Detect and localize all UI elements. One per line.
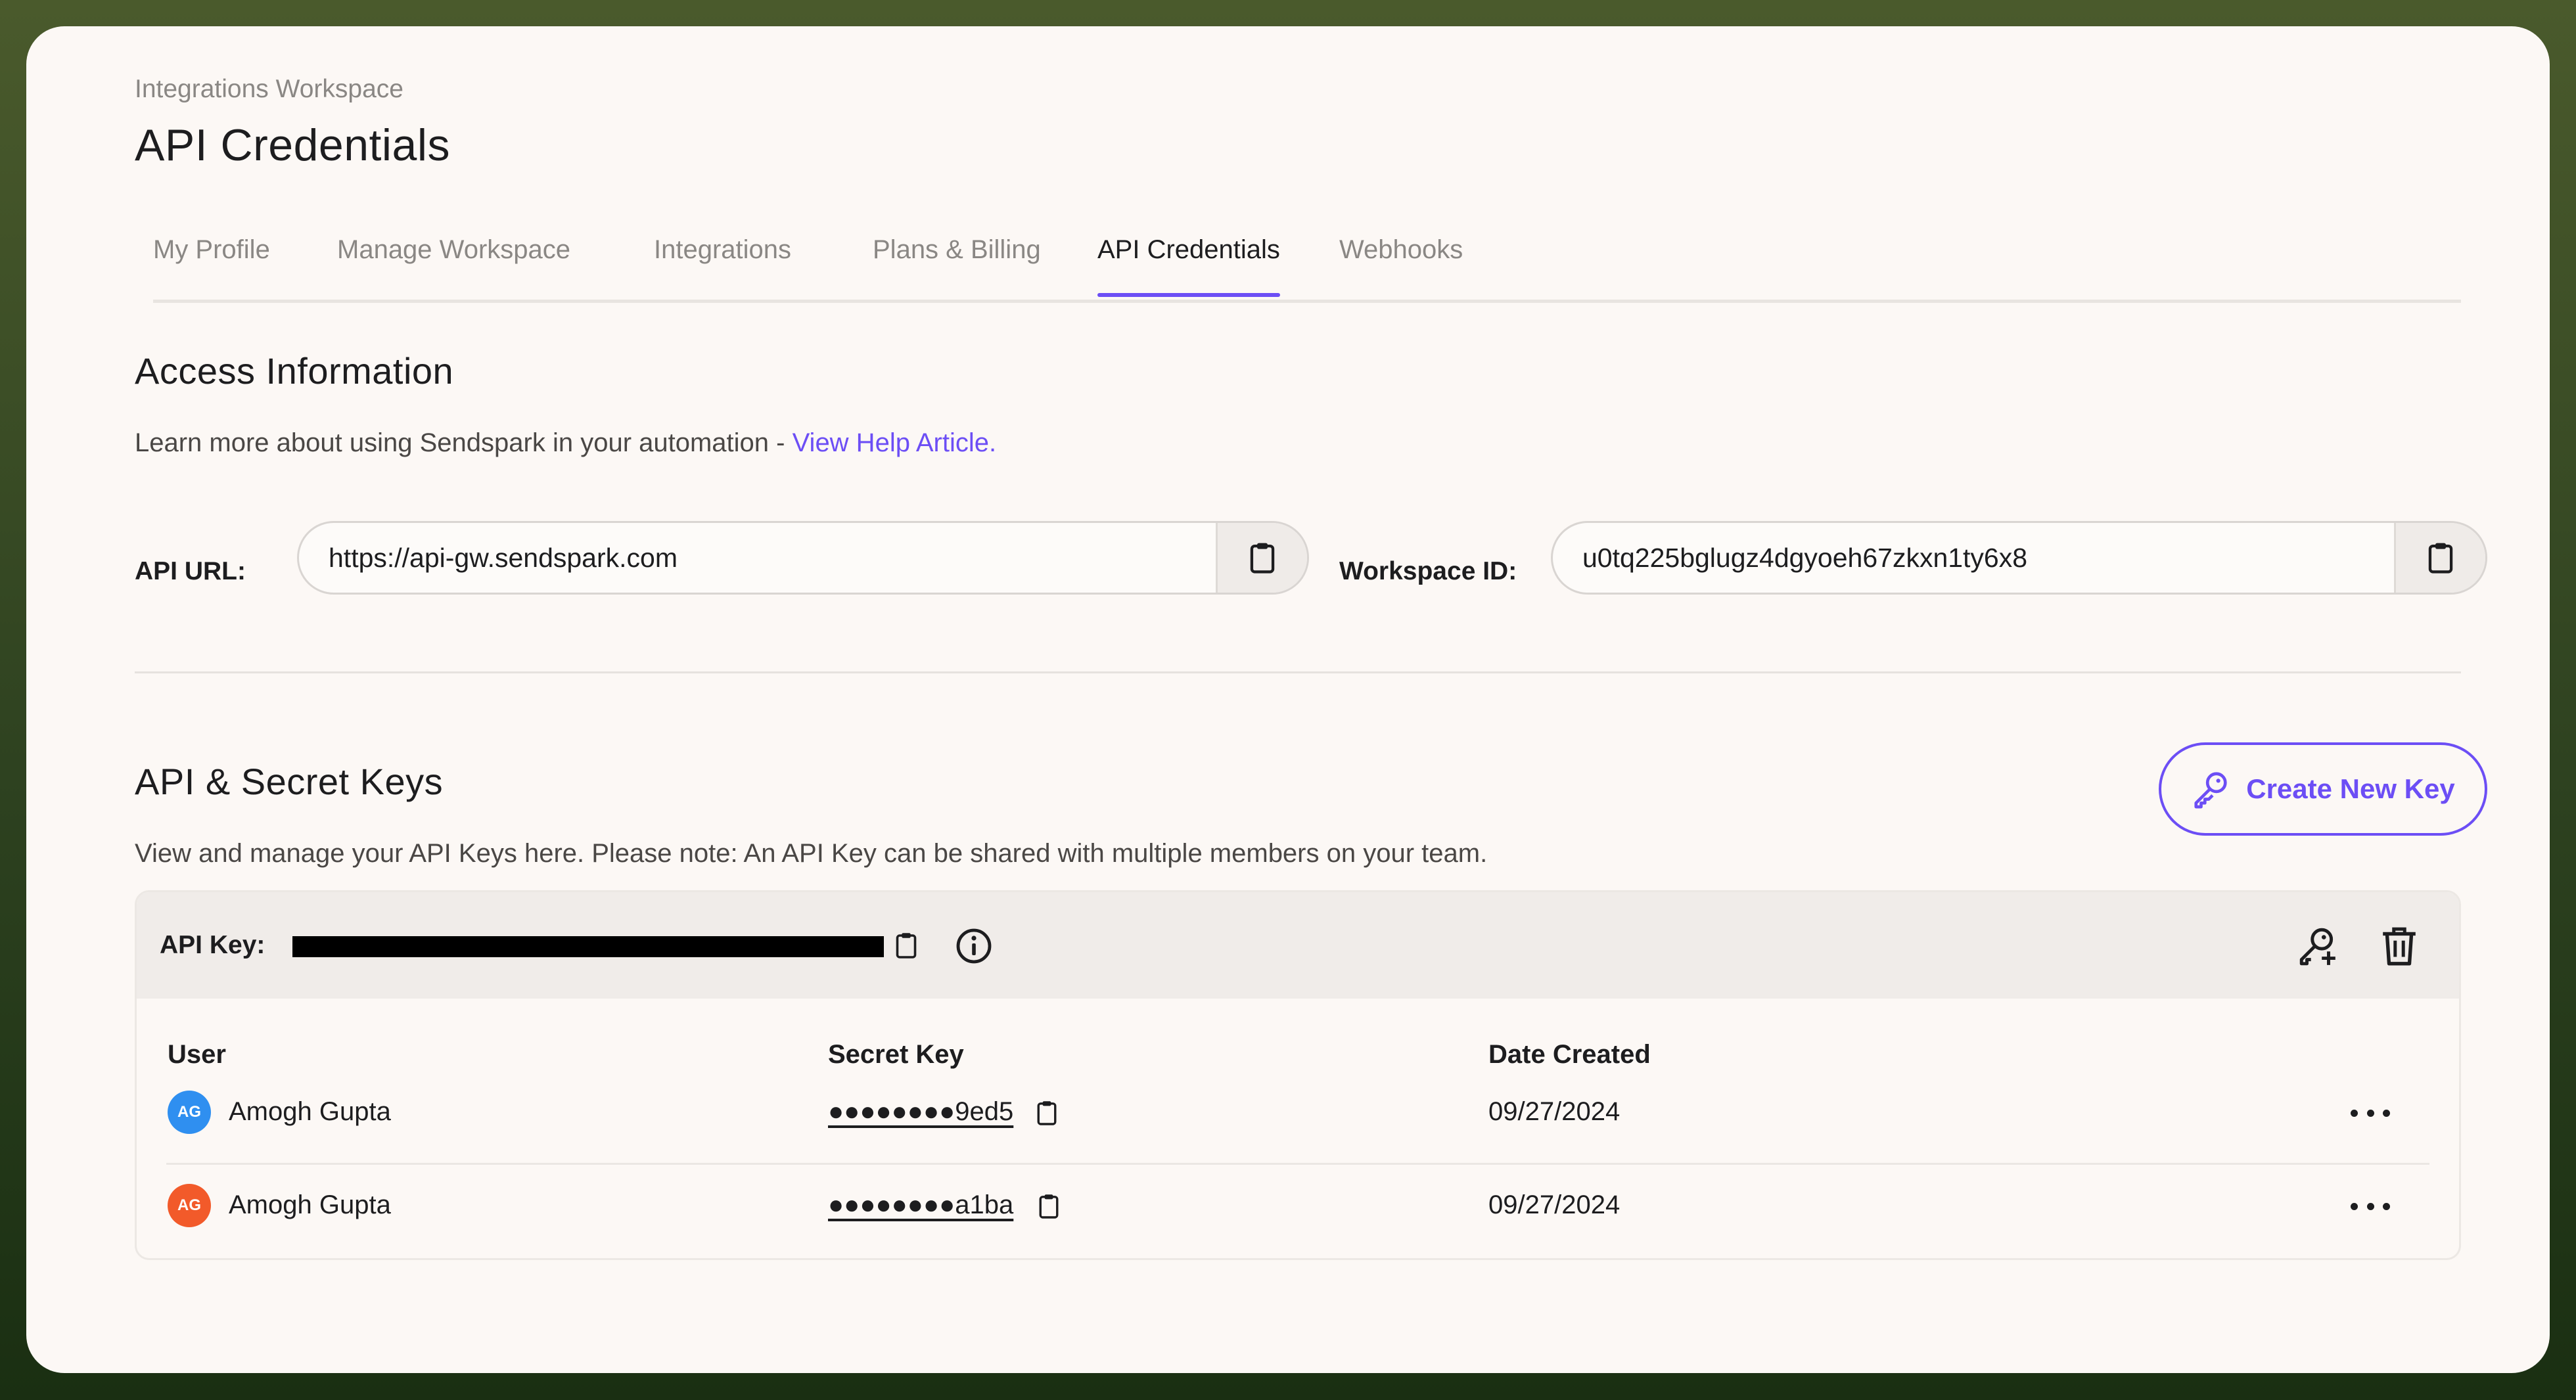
help-article-link[interactable]: View Help Article. — [793, 428, 997, 457]
key-add-icon — [2299, 928, 2335, 966]
more-dot-icon — [2366, 1109, 2374, 1117]
clipboard-icon — [896, 933, 917, 959]
active-tab-indicator — [1097, 293, 1280, 297]
copy-api-url-button[interactable] — [1216, 523, 1307, 593]
section-divider — [135, 671, 2461, 673]
clipboard-icon — [1037, 1101, 1057, 1125]
settings-panel: Integrations Workspace API Credentials M… — [26, 26, 2550, 1373]
more-dot-icon — [2351, 1109, 2358, 1117]
column-header-user: User — [168, 1040, 226, 1069]
row-menu-button[interactable] — [2351, 1100, 2390, 1126]
tab-webhooks[interactable]: Webhooks — [1339, 235, 1463, 265]
trash-icon — [2383, 927, 2416, 966]
avatar: AG — [168, 1184, 211, 1227]
column-header-secret-key: Secret Key — [828, 1040, 964, 1069]
keys-section-title: API & Secret Keys — [135, 761, 444, 802]
table-row: AG Amogh Gupta ●●●●●●●●9ed5 09/27/2024 — [137, 1070, 2459, 1162]
create-new-key-label: Create New Key — [2246, 773, 2455, 804]
row-menu-button[interactable] — [2351, 1193, 2390, 1219]
tab-my-profile[interactable]: My Profile — [153, 235, 270, 265]
add-secret-key-button[interactable] — [2295, 924, 2340, 968]
info-icon — [956, 928, 992, 964]
api-url-value[interactable]: https://api-gw.sendspark.com — [329, 523, 678, 593]
api-key-info-button[interactable] — [955, 927, 993, 965]
table-row: AG Amogh Gupta ●●●●●●●●a1ba 09/27/2024 — [137, 1163, 2459, 1255]
api-key-card: API Key: User Secret Key Date Created AG… — [135, 890, 2461, 1260]
user-name: Amogh Gupta — [229, 1190, 391, 1219]
api-url-label: API URL: — [135, 557, 246, 585]
tab-integrations[interactable]: Integrations — [654, 235, 791, 265]
secret-key-value[interactable]: ●●●●●●●●a1ba — [828, 1190, 1013, 1220]
tab-manage-workspace[interactable]: Manage Workspace — [337, 235, 570, 265]
clipboard-icon — [1250, 543, 1275, 574]
access-description-text: Learn more about using Sendspark in your… — [135, 428, 793, 457]
copy-api-key-button[interactable] — [890, 930, 922, 961]
breadcrumb[interactable]: Integrations Workspace — [135, 75, 403, 104]
more-dot-icon — [2366, 1202, 2374, 1210]
tab-api-credentials[interactable]: API Credentials — [1097, 235, 1280, 265]
access-section-title: Access Information — [135, 350, 454, 392]
api-key-label: API Key: — [160, 931, 265, 959]
clipboard-icon — [2428, 543, 2453, 574]
avatar: AG — [168, 1091, 211, 1134]
more-dot-icon — [2383, 1202, 2390, 1210]
create-new-key-button[interactable]: Create New Key — [2159, 742, 2487, 836]
user-name: Amogh Gupta — [229, 1097, 391, 1126]
copy-secret-key-button[interactable] — [1036, 1190, 1062, 1222]
key-icon — [2194, 772, 2227, 809]
date-created: 09/27/2024 — [1488, 1190, 1621, 1219]
copy-secret-key-button[interactable] — [1034, 1097, 1060, 1129]
clipboard-icon — [1039, 1194, 1059, 1219]
page-title: API Credentials — [135, 120, 450, 170]
api-key-redacted-value — [292, 936, 884, 957]
copy-workspace-id-button[interactable] — [2394, 523, 2485, 593]
access-description: Learn more about using Sendspark in your… — [135, 428, 996, 458]
workspace-id-label: Workspace ID: — [1339, 557, 1517, 585]
tab-bar: My Profile Manage Workspace Integrations… — [153, 208, 2461, 303]
delete-key-button[interactable] — [2379, 925, 2420, 967]
tab-plans-billing[interactable]: Plans & Billing — [873, 235, 1041, 265]
workspace-id-field[interactable]: u0tq225bglugz4dgyoeh67zkxn1ty6x8 — [1551, 521, 2487, 595]
api-url-field[interactable]: https://api-gw.sendspark.com — [297, 521, 1309, 595]
column-header-date-created: Date Created — [1488, 1040, 1651, 1069]
api-key-header: API Key: — [137, 892, 2459, 999]
more-dot-icon — [2351, 1202, 2358, 1210]
secret-key-value[interactable]: ●●●●●●●●9ed5 — [828, 1097, 1013, 1127]
more-dot-icon — [2383, 1109, 2390, 1117]
date-created: 09/27/2024 — [1488, 1097, 1621, 1126]
keys-description: View and manage your API Keys here. Plea… — [135, 839, 1488, 868]
workspace-id-value[interactable]: u0tq225bglugz4dgyoeh67zkxn1ty6x8 — [1582, 523, 2027, 593]
